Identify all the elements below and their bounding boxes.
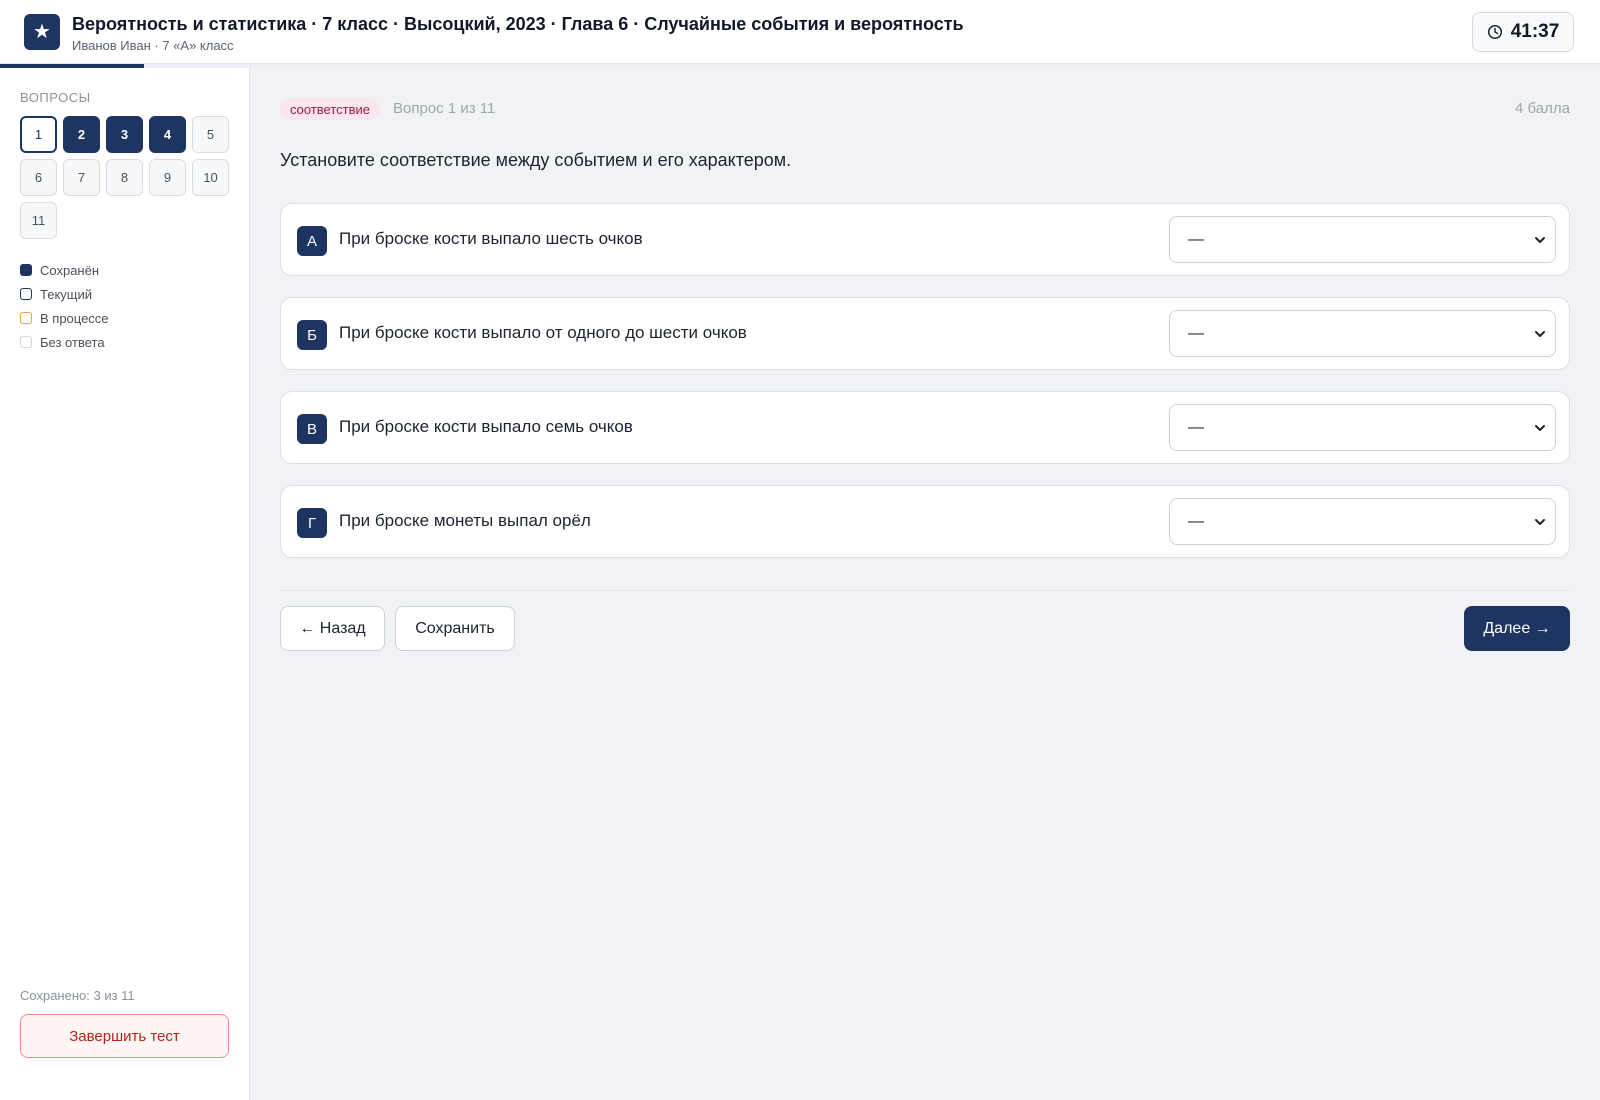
sidebar-heading: Вопросы [20,90,91,105]
saved-swatch-icon [20,264,32,276]
next-button[interactable]: Далее → [1464,606,1570,651]
top-header: ★ Вероятность и статистика · 7 класс · В… [0,0,1600,64]
answer-select-b[interactable]: — [1169,310,1556,357]
student-info: Иванов Иван · 7 «А» класс [72,38,234,53]
chevron-down-icon [1535,519,1545,525]
chevron-down-icon [1535,331,1545,337]
question-prompt: Установите соответствие между событием и… [280,150,792,170]
event-text: При броске монеты выпал орёл [339,511,591,530]
sidebar: Вопросы 1 2 3 4 5 6 7 8 9 10 11 Сохранён Текущий В… [0,68,250,1100]
question-nav-button[interactable]: 3 [106,116,143,153]
event-text: При броске кости выпало шесть очков [339,229,643,248]
legend-item-saved: Сохранён [20,258,109,282]
event-text: При броске кости выпало от одного до шес… [339,323,747,342]
question-grid: 1 2 3 4 5 6 7 8 9 10 11 [20,116,235,239]
select-value: — [1188,230,1204,248]
match-row-v: В При броске кости выпало семь очков — [280,391,1570,464]
question-counter: Вопрос 1 из 11 [393,100,496,117]
legend-label: Без ответа [40,334,105,350]
legend-label: В процессе [40,310,109,326]
question-nav-button[interactable]: 7 [63,159,100,196]
timer-value: 41:37 [1510,21,1560,42]
question-nav-button[interactable]: 10 [192,159,229,196]
question-nav-button[interactable]: 6 [20,159,57,196]
answer-select-a[interactable]: — [1169,216,1556,263]
question-nav-button[interactable]: 11 [20,202,57,239]
legend-label: Сохранён [40,262,100,278]
item-letter: В [297,414,327,444]
chevron-down-icon [1535,425,1545,431]
answer-select-v[interactable]: — [1169,404,1556,451]
question-nav-button[interactable]: 5 [192,116,229,153]
select-value: — [1188,324,1204,342]
question-nav-button[interactable]: 9 [149,159,186,196]
question-nav-button[interactable]: 4 [149,116,186,153]
in-progress-swatch-icon [20,312,32,324]
divider [280,590,1570,591]
answer-select-g[interactable]: — [1169,498,1556,545]
match-list: А При броске кости выпало шесть очков — … [280,203,1570,579]
event-text: При броске кости выпало семь очков [339,417,633,436]
match-row-g: Г При броске монеты выпал орёл — [280,485,1570,558]
item-letter: А [297,226,327,256]
chevron-down-icon [1535,237,1545,243]
star-icon: ★ [24,14,60,50]
current-swatch-icon [20,288,32,300]
question-nav-button[interactable]: 8 [106,159,143,196]
question-nav-button[interactable]: 2 [63,116,100,153]
question-points: 4 балла [1515,100,1570,117]
select-value: — [1188,512,1204,530]
legend-item-no-answer: Без ответа [20,330,109,354]
legend-label: Текущий [40,286,92,302]
saved-count: Сохранено: 3 из 11 [20,988,135,1003]
legend: Сохранён Текущий В процессе Без ответа [20,258,109,354]
clock-icon [1487,24,1502,40]
match-row-a: А При броске кости выпало шесть очков — [280,203,1570,276]
question-nav-button[interactable]: 1 [20,116,57,153]
timer: 41:37 [1472,12,1574,52]
legend-item-current: Текущий [20,282,109,306]
legend-item-in-progress: В процессе [20,306,109,330]
match-row-b: Б При броске кости выпало от одного до ш… [280,297,1570,370]
select-value: — [1188,418,1204,436]
back-button[interactable]: ← Назад [280,606,385,651]
finish-test-button[interactable]: Завершить тест [20,1014,229,1058]
no-answer-swatch-icon [20,336,32,348]
item-letter: Г [297,508,327,538]
question-type-badge: соответствие [280,98,380,120]
page-title: Вероятность и статистика · 7 класс · Выс… [72,14,964,34]
item-letter: Б [297,320,327,350]
save-button[interactable]: Сохранить [395,606,515,651]
